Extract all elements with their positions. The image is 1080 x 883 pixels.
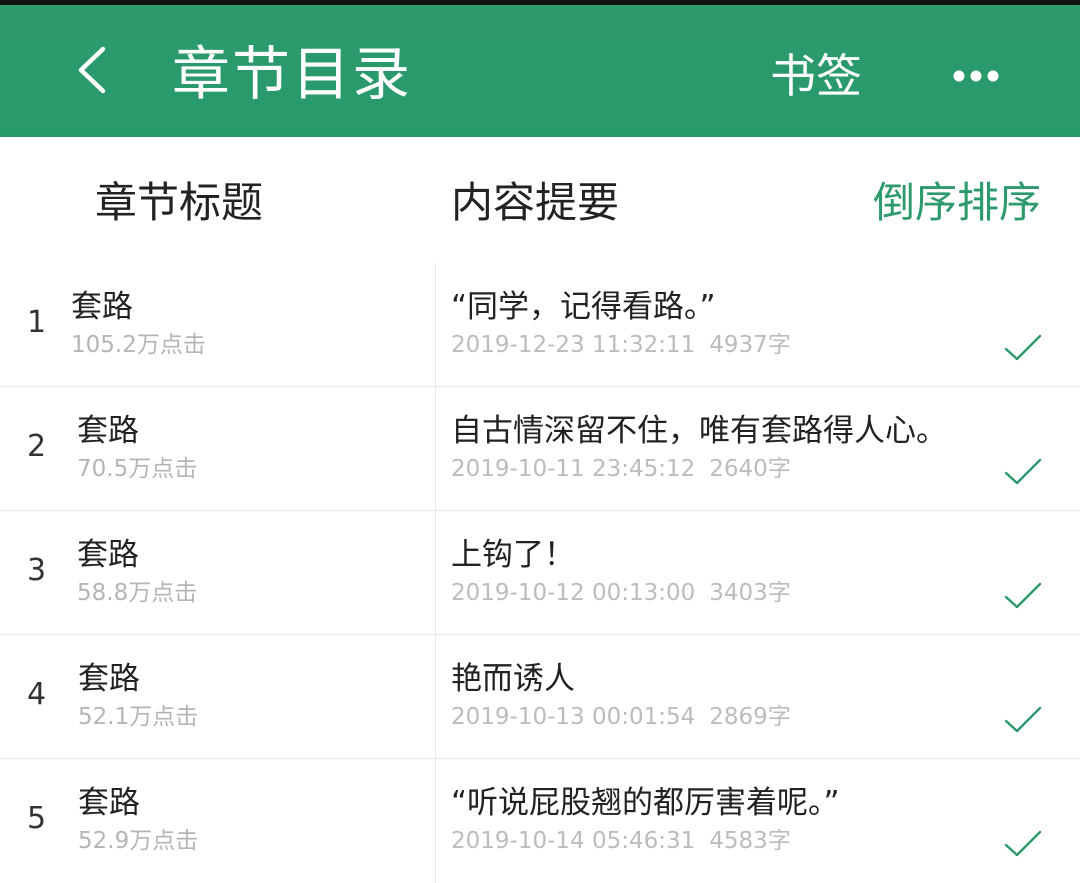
chapter-click-count: 52.9万点击 bbox=[78, 828, 199, 854]
chapter-word-count: 2640字 bbox=[709, 456, 791, 482]
chapter-word-count: 3403字 bbox=[709, 580, 791, 606]
chapter-meta: 2019-12-23 11:32:11 4937字 bbox=[451, 329, 791, 361]
chapter-row[interactable]: 1 套路 105.2万点击 “同学，记得看路。” 2019-12-23 11:3… bbox=[0, 263, 1080, 387]
chapter-title: 套路 bbox=[71, 289, 133, 325]
top-app-bar: 章节目录 书签 bbox=[0, 0, 1080, 137]
chapter-date: 2019-10-11 23:45:12 bbox=[451, 456, 696, 482]
chevron-left-icon bbox=[78, 46, 106, 94]
chapter-meta: 2019-10-14 05:46:31 4583字 bbox=[451, 825, 791, 857]
column-header-row: 章节标题 内容提要 倒序排序 bbox=[0, 137, 1080, 263]
chapter-word-count: 2869字 bbox=[709, 704, 791, 730]
chapter-click-count: 70.5万点击 bbox=[77, 456, 198, 482]
chapter-meta: 2019-10-13 00:01:54 2869字 bbox=[451, 701, 791, 733]
chapter-title: 套路 bbox=[77, 413, 139, 449]
chapter-list: 1 套路 105.2万点击 “同学，记得看路。” 2019-12-23 11:3… bbox=[0, 263, 1080, 883]
chapter-date: 2019-12-23 11:32:11 bbox=[451, 332, 696, 358]
chapter-row[interactable]: 3 套路 58.8万点击 上钩了！ 2019-10-12 00:13:00 340… bbox=[0, 511, 1080, 635]
page-title: 章节目录 bbox=[172, 40, 413, 108]
chapter-number: 3 bbox=[27, 553, 47, 588]
chapter-number: 2 bbox=[27, 429, 47, 464]
read-check-icon bbox=[1004, 830, 1042, 857]
chapter-summary: “同学，记得看路。” bbox=[451, 289, 716, 325]
chapter-summary: 上钩了！ bbox=[451, 537, 575, 573]
chapter-row[interactable]: 5 套路 52.9万点击 “听说屁股翘的都厉害着呢。” 2019-10-14 0… bbox=[0, 759, 1080, 883]
chapter-click-count: 105.2万点击 bbox=[71, 332, 206, 358]
chapter-date: 2019-10-14 05:46:31 bbox=[451, 828, 696, 854]
chapter-meta: 2019-10-11 23:45:12 2640字 bbox=[451, 453, 791, 485]
back-button[interactable] bbox=[62, 35, 122, 105]
chapter-word-count: 4583字 bbox=[709, 828, 791, 854]
bookmark-button[interactable]: 书签 bbox=[770, 45, 862, 107]
chapter-row[interactable]: 4 套路 52.1万点击 艳而诱人 2019-10-13 00:01:54 286… bbox=[0, 635, 1080, 759]
read-check-icon bbox=[1004, 334, 1042, 361]
chapter-date: 2019-10-13 00:01:54 bbox=[451, 704, 696, 730]
read-check-icon bbox=[1004, 458, 1042, 485]
chapter-title: 套路 bbox=[78, 785, 140, 821]
chapter-summary: “听说屁股翘的都厉害着呢。” bbox=[451, 785, 840, 821]
chapter-date: 2019-10-12 00:13:00 bbox=[451, 580, 696, 606]
column-header-summary: 内容提要 bbox=[451, 178, 620, 227]
chapter-click-count: 58.8万点击 bbox=[77, 580, 198, 606]
more-button[interactable] bbox=[948, 50, 1004, 102]
chapter-summary: 艳而诱人 bbox=[451, 661, 575, 697]
read-check-icon bbox=[1004, 706, 1042, 733]
chapter-meta: 2019-10-12 00:13:00 3403字 bbox=[451, 577, 791, 609]
chapter-row[interactable]: 2 套路 70.5万点击 自古情深留不住，唯有套路得人心。 2019-10-11… bbox=[0, 387, 1080, 511]
chapter-title: 套路 bbox=[78, 661, 140, 697]
chapter-number: 4 bbox=[27, 677, 47, 712]
column-header-chapter-title: 章节标题 bbox=[95, 178, 264, 227]
chapter-title: 套路 bbox=[77, 537, 139, 573]
chapter-summary: 自古情深留不住，唯有套路得人心。 bbox=[451, 413, 947, 449]
reverse-sort-button[interactable]: 倒序排序 bbox=[873, 177, 1041, 229]
chapter-number: 5 bbox=[27, 801, 47, 836]
more-dots-icon bbox=[953, 70, 999, 82]
chapter-click-count: 52.1万点击 bbox=[78, 704, 199, 730]
chapter-number: 1 bbox=[27, 305, 47, 340]
read-check-icon bbox=[1004, 582, 1042, 609]
chapter-word-count: 4937字 bbox=[709, 332, 791, 358]
